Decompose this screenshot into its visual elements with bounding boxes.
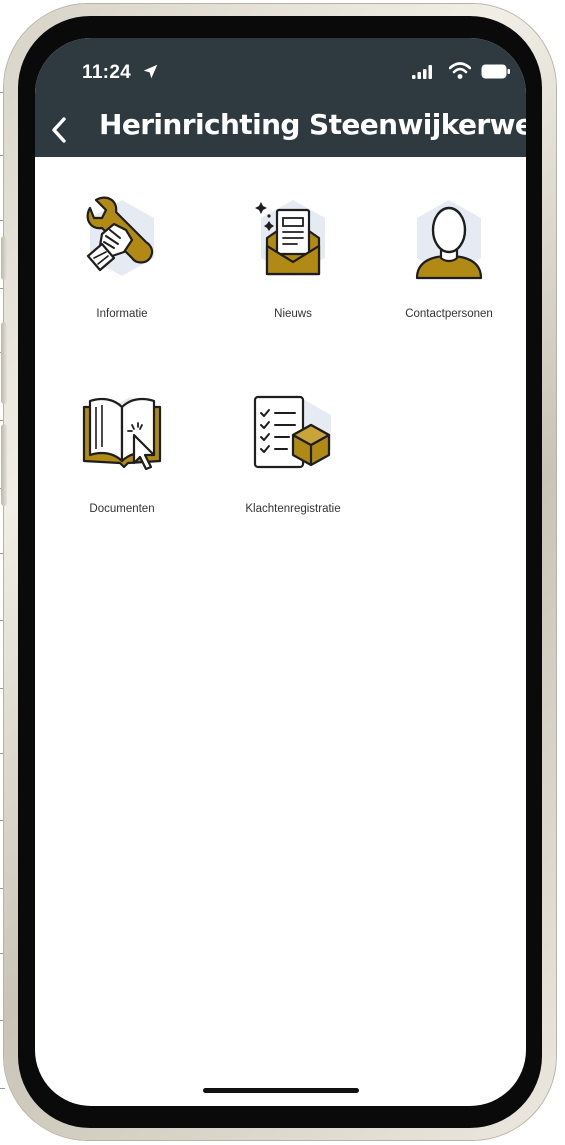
menu-item-documenten[interactable]: Documenten — [47, 391, 197, 551]
menu-item-contactpersonen[interactable]: Contactpersonen — [374, 196, 524, 356]
battery-icon — [481, 64, 510, 79]
status-time: 11:24 — [82, 62, 132, 83]
menu-item-klachtenregistratie[interactable]: Klachtenregistratie — [218, 391, 368, 551]
location-arrow-icon — [143, 64, 158, 79]
phone-side-button — [1, 424, 7, 506]
menu-item-label: Informatie — [96, 308, 148, 320]
back-button[interactable] — [41, 110, 77, 150]
home-indicator[interactable] — [203, 1088, 359, 1093]
menu-item-label: Documenten — [89, 503, 155, 515]
app-screen: 11:24 Herinrichting Steenwijkerweg Infor… — [35, 38, 526, 1106]
menu-item-label: Contactpersonen — [405, 308, 493, 320]
chevron-left-icon — [52, 117, 66, 143]
page-title: Herinrichting Steenwijkerweg — [99, 108, 526, 141]
phone-side-button — [1, 236, 7, 280]
newsletter-envelope-icon — [255, 200, 325, 276]
wifi-icon — [449, 62, 471, 79]
phone-side-button — [1, 322, 7, 404]
page: 11:24 Herinrichting Steenwijkerweg Infor… — [0, 0, 565, 1145]
person-icon — [415, 200, 483, 280]
menu-item-informatie[interactable]: Informatie — [47, 196, 197, 356]
menu-item-label: Nieuws — [274, 308, 312, 320]
wrench-hand-icon — [86, 196, 154, 276]
phone-frame: 11:24 Herinrichting Steenwijkerweg Infor… — [1, 4, 556, 1140]
menu-item-nieuws[interactable]: Nieuws — [218, 196, 368, 356]
cellular-signal-icon — [412, 65, 432, 79]
menu-item-label: Klachtenregistratie — [245, 503, 341, 515]
open-book-cursor-icon — [82, 397, 162, 471]
nav-bar: 11:24 Herinrichting Steenwijkerweg — [35, 38, 526, 157]
checklist-box-icon — [253, 395, 331, 469]
